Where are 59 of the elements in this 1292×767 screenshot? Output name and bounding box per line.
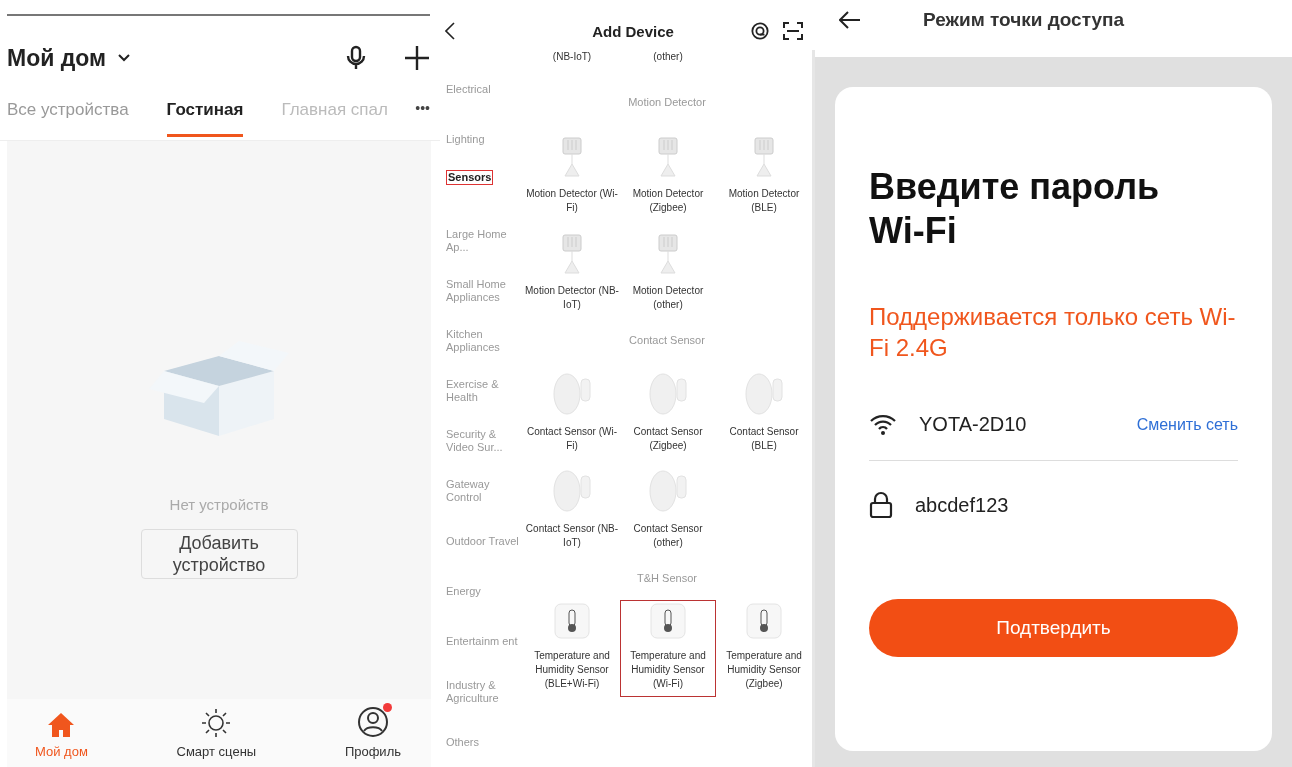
profile-icon: [356, 706, 389, 738]
device-item[interactable]: (NB-IoT): [524, 50, 620, 80]
device-item[interactable]: Contact Sensor (Wi-Fi): [524, 362, 620, 459]
device-item[interactable]: Contact Sensor (NB-IoT): [524, 459, 620, 556]
contact-sensor-icon: [648, 470, 688, 512]
device-item[interactable]: (other): [620, 50, 716, 80]
section-title: Motion Detector: [627, 95, 707, 110]
contact-sensor-icon: [552, 470, 592, 512]
add-icon[interactable]: [404, 45, 430, 71]
contact-sensor-icon: [552, 373, 592, 415]
microphone-icon[interactable]: [346, 45, 366, 71]
device-item[interactable]: Contact Sensor (Zigbee): [620, 362, 716, 459]
motion-sensor-icon: [656, 234, 680, 274]
motion-sensor-icon: [560, 234, 584, 274]
chevron-down-icon[interactable]: [118, 54, 131, 62]
motion-sensor-icon: [752, 137, 776, 177]
scan-icon[interactable]: [783, 22, 803, 40]
empty-state-text: Нет устройств: [169, 496, 269, 513]
home-title[interactable]: Мой дом: [7, 44, 107, 72]
nav-tab[interactable]: Смарт сцены: [176, 699, 257, 767]
section-title: Contact Sensor: [628, 333, 706, 348]
nav-tab[interactable]: Профиль: [344, 699, 401, 767]
device-item[interactable]: Temperature and Humidity Sensor (Wi-Fi): [620, 600, 716, 697]
device-item[interactable]: Temperature and Humidity Sensor (Zigbee): [716, 600, 812, 697]
thermometer-icon: [554, 603, 590, 639]
page-title: Режим точки доступа: [922, 8, 1125, 31]
device-item[interactable]: Motion Detector (Zigbee): [620, 124, 716, 221]
section-title: T&H Sensor: [636, 571, 698, 586]
add-device-button[interactable]: Добавить устройство: [140, 529, 298, 579]
network-name: YOTA-2D10: [919, 413, 1028, 436]
confirm-button[interactable]: Подтвердить: [869, 599, 1238, 657]
device-item[interactable]: Motion Detector (other): [620, 221, 716, 318]
contact-sensor-icon: [648, 373, 688, 415]
sun-icon: [201, 708, 232, 738]
wifi-icon: [869, 413, 897, 436]
device-item[interactable]: Contact Sensor (BLE): [716, 362, 812, 459]
device-item[interactable]: Motion Detector (BLE): [716, 124, 812, 221]
page-title: Add Device: [591, 22, 675, 40]
device-item[interactable]: Contact Sensor (other): [620, 459, 716, 556]
back-arrow-icon[interactable]: [839, 10, 861, 29]
back-icon[interactable]: [445, 22, 455, 40]
category-item[interactable]: Sensors: [446, 170, 494, 185]
password-field[interactable]: abcdef123: [915, 493, 1238, 517]
home-icon: [47, 712, 76, 738]
device-item[interactable]: Motion Detector (NB-IoT): [524, 221, 620, 318]
change-network-link[interactable]: Сменить сеть: [1136, 415, 1238, 434]
lock-icon: [869, 491, 893, 519]
motion-sensor-icon: [560, 137, 584, 177]
target-icon[interactable]: [751, 22, 769, 40]
device-item[interactable]: Temperature and Humidity Sensor (BLE+Wi-Fi): [524, 600, 620, 697]
device-item[interactable]: Motion Detector (Wi-Fi): [524, 124, 620, 221]
room-tab[interactable]: Гостиная: [166, 100, 244, 137]
heading: Введите пароль Wi-Fi: [869, 165, 1161, 253]
thermometer-icon: [650, 603, 686, 639]
contact-sensor-icon: [744, 373, 784, 415]
motion-sensor-icon: [656, 137, 680, 177]
thermometer-icon: [746, 603, 782, 639]
notice-text: Поддерживается только сеть Wi-Fi 2.4G: [869, 302, 1237, 363]
more-tabs-button[interactable]: •••: [415, 100, 430, 116]
